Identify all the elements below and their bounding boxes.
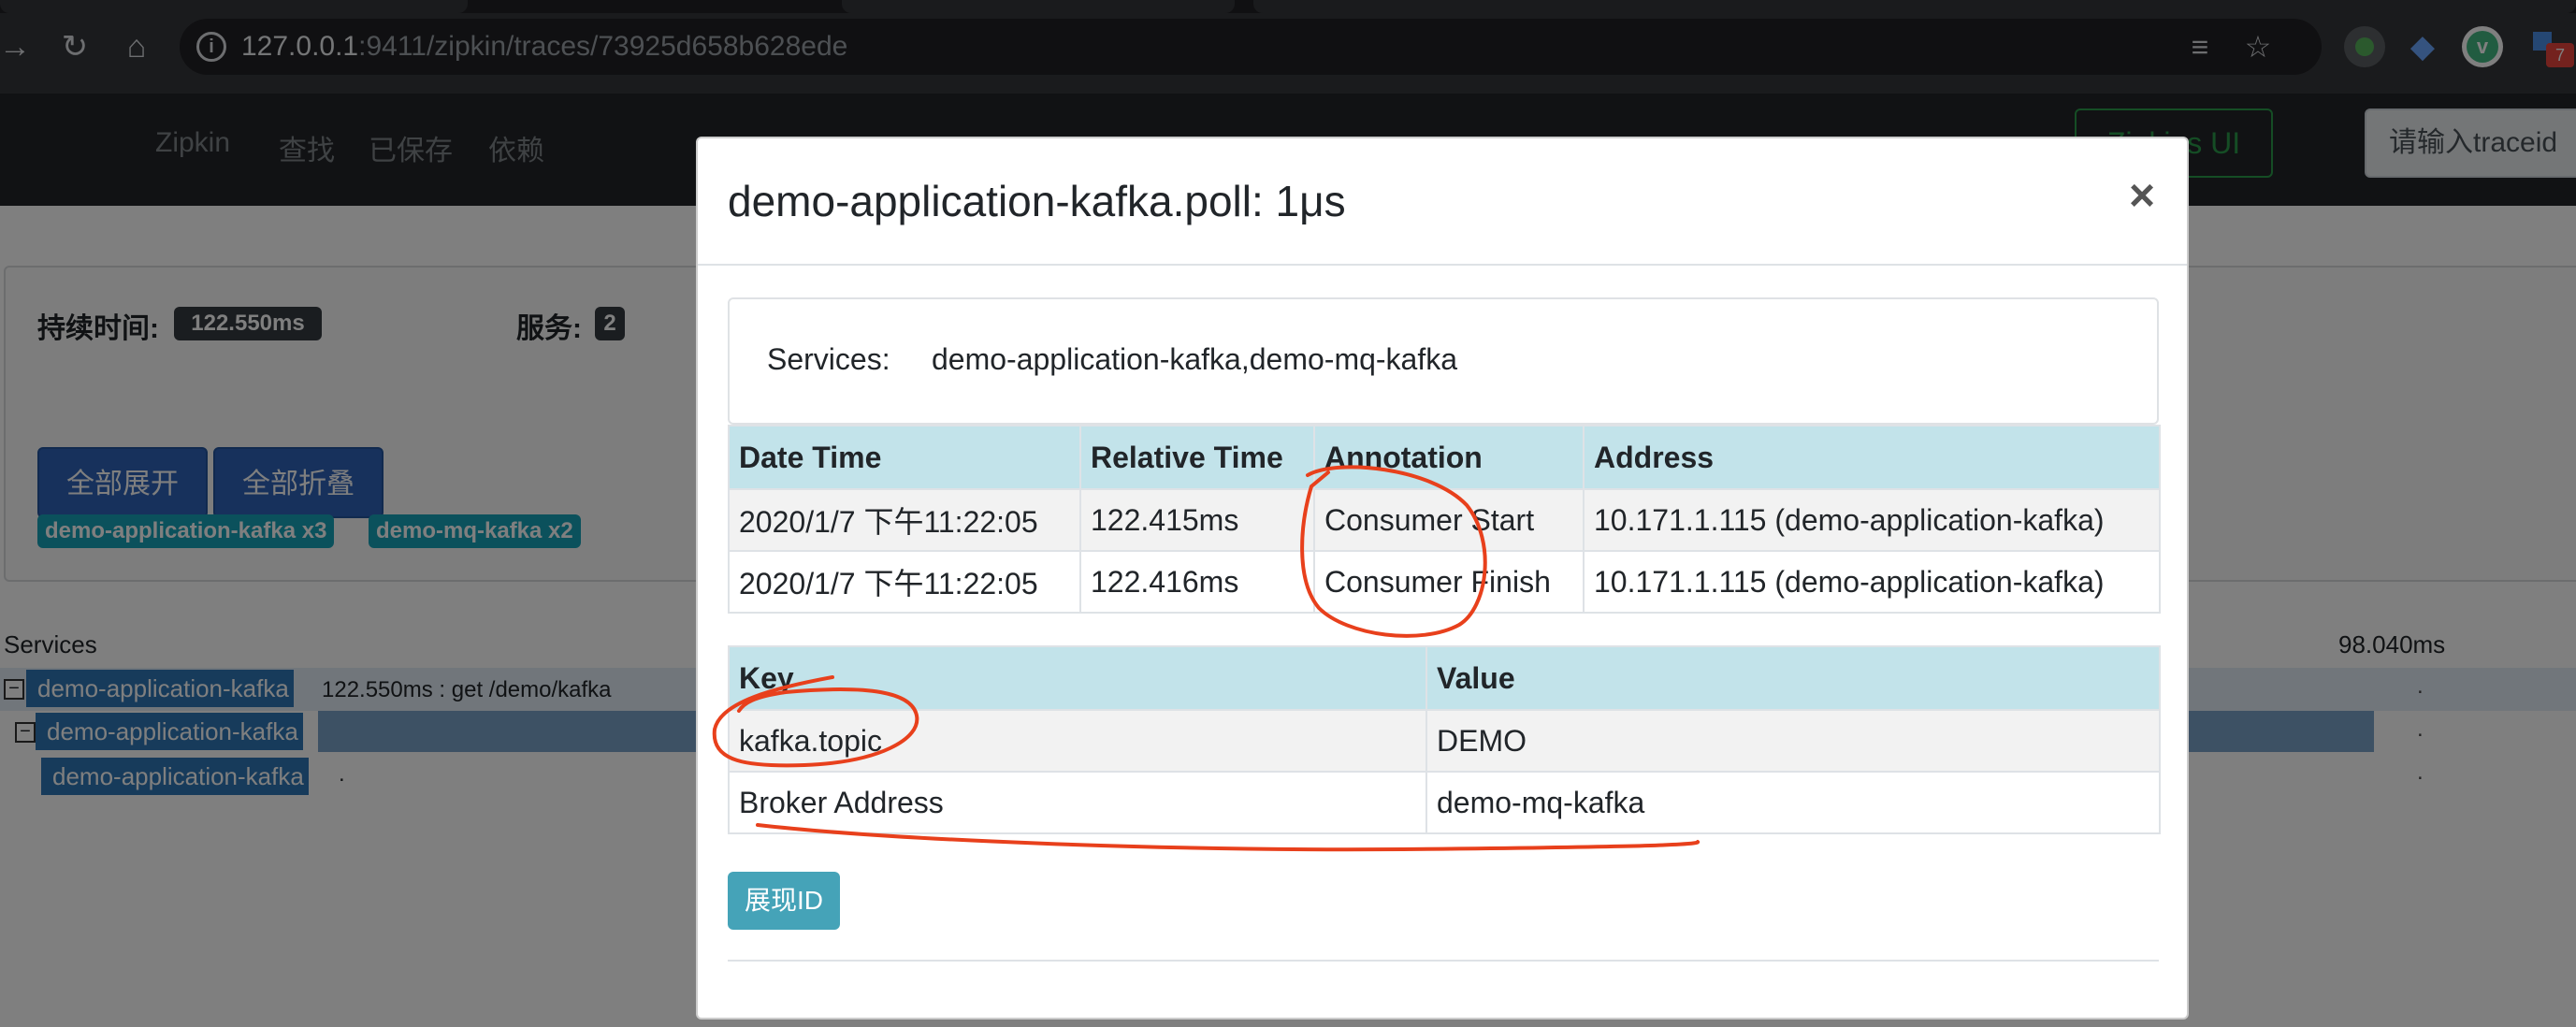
modal-title: demo-application-kafka.poll: 1μs (728, 177, 1346, 225)
services-panel: Services: demo-application-kafka,demo-mq… (728, 297, 2159, 425)
table-cell: 2020/1/7 下午11:22:05 (728, 488, 1081, 552)
column-header: Value (1425, 645, 2161, 711)
column-header: Annotation (1313, 425, 1585, 490)
table-cell: Consumer Finish (1313, 550, 1585, 614)
annotations-table: Date Time Relative Time Annotation Addre… (728, 425, 2161, 614)
table-cell: 10.171.1.115 (demo-application-kafka) (1583, 550, 2161, 614)
table-cell: 2020/1/7 下午11:22:05 (728, 550, 1081, 614)
table-cell: Broker Address (728, 771, 1427, 834)
table-cell: 122.415ms (1079, 488, 1315, 552)
table-cell: demo-mq-kafka (1425, 771, 2161, 834)
table-cell: DEMO (1425, 709, 2161, 773)
table-cell: 10.171.1.115 (demo-application-kafka) (1583, 488, 2161, 552)
annotations-header-row: Date Time Relative Time Annotation Addre… (728, 425, 2161, 490)
tags-header-row: Key Value (728, 645, 2161, 711)
services-key: Services: (767, 342, 890, 376)
column-header: Relative Time (1079, 425, 1315, 490)
close-icon[interactable]: × (2129, 174, 2155, 219)
show-id-button[interactable]: 展现ID (728, 872, 840, 930)
annotation-row: 2020/1/7 下午11:22:05 122.416ms Consumer F… (728, 550, 2161, 614)
column-header: Date Time (728, 425, 1081, 490)
column-header: Key (728, 645, 1427, 711)
tag-row: kafka.topic DEMO (728, 709, 2161, 773)
table-cell: Consumer Start (1313, 488, 1585, 552)
annotation-row: 2020/1/7 下午11:22:05 122.415ms Consumer S… (728, 488, 2161, 552)
table-cell: kafka.topic (728, 709, 1427, 773)
tags-table: Key Value kafka.topic DEMO Broker Addres… (728, 645, 2161, 834)
services-value: demo-application-kafka,demo-mq-kafka (932, 342, 1458, 376)
span-detail-modal: demo-application-kafka.poll: 1μs × Servi… (696, 137, 2189, 1020)
table-cell: 122.416ms (1079, 550, 1315, 614)
column-header: Address (1583, 425, 2161, 490)
tag-row: Broker Address demo-mq-kafka (728, 771, 2161, 834)
modal-header: demo-application-kafka.poll: 1μs × (698, 138, 2187, 266)
modal-footer-divider (728, 960, 2159, 962)
